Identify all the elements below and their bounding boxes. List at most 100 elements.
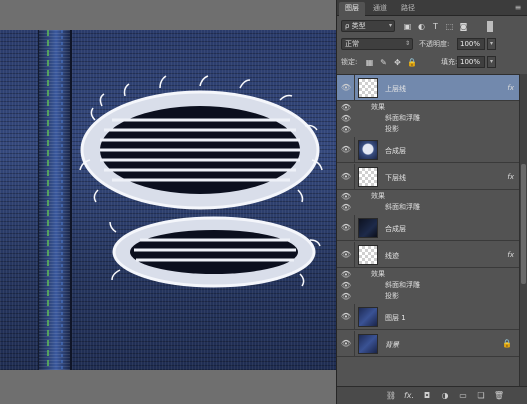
layer-list-scrollbar[interactable] [519, 74, 527, 386]
layer-row[interactable]: 👁 下层线 fx [337, 164, 520, 190]
fx-icon[interactable]: fx [507, 173, 514, 181]
divider [354, 242, 355, 267]
folder-icon[interactable]: ▭ [457, 390, 469, 402]
effects-label: 效果 [371, 270, 385, 278]
eye-icon[interactable]: 👁 [340, 191, 352, 201]
filter-kind-dropdown[interactable]: ρ 类型 ▾ [341, 20, 395, 32]
effect-label: 斜面和浮雕 [385, 114, 420, 122]
effect-label: 斜面和浮雕 [385, 203, 420, 211]
tab-channels[interactable]: 通道 [367, 2, 393, 16]
fx-icon[interactable]: fx [507, 251, 514, 259]
effect-row[interactable]: 👁 斜面和浮雕 [337, 202, 520, 213]
opacity-label: 不透明度: [419, 40, 450, 48]
layer-row[interactable]: 👁 图层 1 [337, 304, 520, 330]
layer-name: 下层线 [385, 174, 406, 182]
document-canvas[interactable] [0, 0, 336, 404]
effects-row[interactable]: 👁 效果 [337, 269, 520, 280]
eye-icon[interactable]: 👁 [340, 339, 352, 349]
tab-paths[interactable]: 路径 [395, 2, 421, 16]
effect-row[interactable]: 👁 斜面和浮雕 [337, 113, 520, 124]
eye-icon[interactable]: 👁 [340, 280, 352, 290]
eye-icon[interactable]: 👁 [340, 102, 352, 112]
eye-icon[interactable]: 👁 [340, 202, 352, 212]
filter-smart-object-icon[interactable]: ◙ [459, 22, 468, 31]
layer-row[interactable]: 👁 上层线 fx [337, 75, 520, 101]
lock-image-icon[interactable]: ✎ [379, 58, 388, 67]
denim-artwork [0, 30, 336, 370]
eye-icon[interactable]: 👁 [340, 145, 352, 155]
layers-panel: 图层 通道 路径 ≡ ρ 类型 ▾ ▣ ◐ T ⬚ ◙ 正常 ⇕ 不透明度: 1… [336, 0, 527, 404]
filter-adjustment-icon[interactable]: ◐ [417, 22, 426, 31]
blend-mode-label: 正常 [345, 40, 359, 48]
layer-name: 上层线 [385, 85, 406, 93]
lock-fill-row: 锁定: ▦ ✎ ✥ 🔒 填充: 100% ▾ [337, 55, 527, 69]
eye-icon[interactable]: 👁 [340, 291, 352, 301]
effect-row[interactable]: 👁 投影 [337, 291, 520, 302]
layer-row[interactable]: 👁 背景 🔒 [337, 331, 520, 357]
lock-position-icon[interactable]: ✥ [393, 58, 402, 67]
layer-filter-row: ρ 类型 ▾ ▣ ◐ T ⬚ ◙ [337, 19, 527, 33]
filter-shape-icon[interactable]: ⬚ [445, 22, 454, 31]
panel-menu-icon[interactable]: ≡ [513, 3, 523, 12]
link-icon[interactable]: ⛓ [385, 390, 397, 402]
fx-icon[interactable]: fx. [403, 390, 415, 402]
layer-thumbnail [358, 218, 378, 238]
opacity-input[interactable]: 100% [457, 38, 485, 50]
eye-icon[interactable]: 👁 [340, 312, 352, 322]
layer-name: 合成层 [385, 225, 406, 233]
effects-row[interactable]: 👁 效果 [337, 102, 520, 113]
layer-thumbnail [358, 140, 378, 160]
tab-layers[interactable]: 图层 [339, 2, 365, 16]
scrollbar-thumb[interactable] [521, 164, 526, 284]
divider [354, 215, 355, 240]
effects-label: 效果 [371, 192, 385, 200]
layer-thumbnail [358, 307, 378, 327]
chevron-down-icon[interactable]: ▾ [487, 56, 496, 68]
blend-opacity-row: 正常 ⇕ 不透明度: 100% ▾ [337, 37, 527, 51]
trash-icon[interactable]: 🗑 [493, 390, 505, 402]
mask-icon[interactable]: ◘ [421, 390, 433, 402]
lock-all-icon[interactable]: 🔒 [407, 58, 417, 67]
divider [354, 164, 355, 189]
filter-kind-label: ρ 类型 [345, 22, 366, 30]
effects-row[interactable]: 👁 效果 [337, 191, 520, 202]
chevron-down-icon[interactable]: ▾ [487, 38, 496, 50]
lock-transparent-icon[interactable]: ▦ [365, 58, 374, 67]
effect-label: 投影 [385, 292, 399, 300]
filter-type-icon[interactable]: T [431, 22, 440, 31]
divider [354, 304, 355, 329]
eye-icon[interactable]: 👁 [340, 113, 352, 123]
lock-icon: 🔒 [502, 339, 512, 348]
fx-icon[interactable]: fx [507, 84, 514, 92]
new-layer-icon[interactable]: ❏ [475, 390, 487, 402]
eye-icon[interactable]: 👁 [340, 223, 352, 233]
effect-row[interactable]: 👁 斜面和浮雕 [337, 280, 520, 291]
layer-name: 背景 [385, 341, 399, 349]
effect-row[interactable]: 👁 投影 [337, 124, 520, 135]
layer-row[interactable]: 👁 线迹 fx [337, 242, 520, 268]
eye-icon[interactable]: 👁 [340, 172, 352, 182]
effect-label: 投影 [385, 125, 399, 133]
adjustment-icon[interactable]: ◑ [439, 390, 451, 402]
eye-icon[interactable]: 👁 [340, 269, 352, 279]
filter-pixel-icon[interactable]: ▣ [403, 22, 412, 31]
layer-name: 图层 1 [385, 314, 406, 322]
layer-list: 👁 上层线 fx 👁 效果 👁 斜面和浮雕 👁 投影 👁 合成层 👁 下层线 f… [337, 74, 520, 386]
layer-thumbnail [358, 78, 378, 98]
eye-icon[interactable]: 👁 [340, 124, 352, 134]
filter-toggle-icon[interactable] [487, 21, 493, 32]
blend-mode-dropdown[interactable]: 正常 ⇕ [341, 38, 413, 50]
effect-label: 斜面和浮雕 [385, 281, 420, 289]
divider [354, 331, 355, 356]
fill-input[interactable]: 100% [457, 56, 485, 68]
layer-row[interactable]: 👁 合成层 [337, 137, 520, 163]
lock-label: 锁定: [341, 58, 358, 66]
layer-row[interactable]: 👁 合成层 [337, 215, 520, 241]
layer-name: 线迹 [385, 252, 399, 260]
layers-panel-footer: ⛓ fx. ◘ ◑ ▭ ❏ 🗑 [337, 386, 527, 404]
eye-icon[interactable]: 👁 [340, 83, 352, 93]
effects-label: 效果 [371, 103, 385, 111]
patch-illustration [47, 30, 323, 370]
eye-icon[interactable]: 👁 [340, 250, 352, 260]
divider [354, 137, 355, 162]
